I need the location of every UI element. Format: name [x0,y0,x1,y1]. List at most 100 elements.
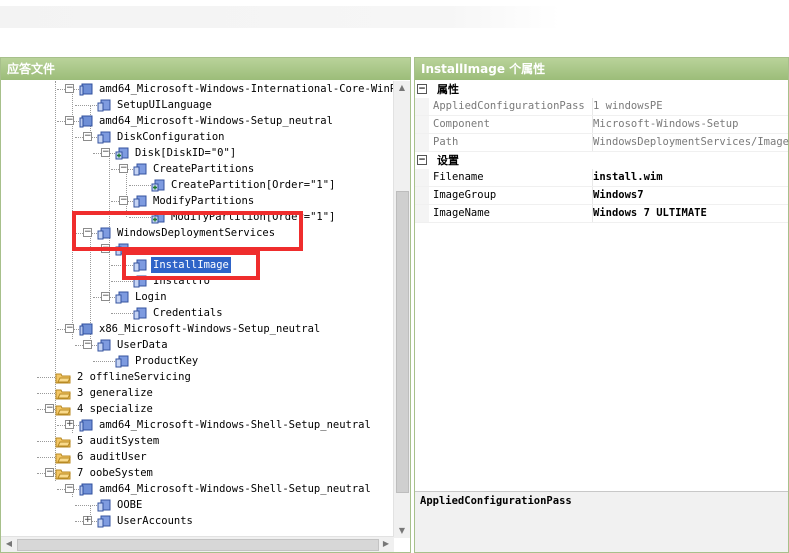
setting-icon [115,290,129,304]
setting-icon [133,194,147,208]
pass-folder-icon [55,386,71,400]
property-key: Filename [433,171,484,183]
collapse-icon[interactable]: − [65,324,74,333]
properties-title: InstallImage 个属性 [415,58,788,80]
tree-node-label: 6 auditUser [77,451,147,463]
collapse-icon[interactable]: − [65,84,74,93]
setting-icon [97,98,111,112]
list-item-icon [151,178,165,192]
component-icon [79,418,93,432]
property-value: Microsoft-Windows-Setup [592,116,789,133]
component-icon [79,114,93,128]
collapse-icon[interactable]: − [83,340,92,349]
answer-file-tree[interactable]: − amd64_Microsoft-Windows-International-C… [1,81,394,539]
property-row[interactable]: Filename install.wim [415,169,788,187]
setting-icon [97,498,111,512]
tree-horizontal-scrollbar[interactable]: ◀ ▶ [1,536,394,552]
toolbar-band [0,6,560,28]
collapse-icon[interactable]: − [83,132,92,141]
pass-folder-icon [55,370,71,384]
expand-icon[interactable]: + [83,516,92,525]
component-icon [79,82,93,96]
tree-node-label: Disk[DiskID="0"] [135,147,237,159]
expand-icon[interactable]: + [65,420,74,429]
scroll-right-icon[interactable]: ▶ [379,537,393,551]
answer-file-pane: 应答文件 − amd64_Microsoft-Windows-Internatio… [0,57,411,553]
horizontal-scroll-thumb[interactable] [17,539,379,551]
setting-icon [97,338,111,352]
setting-icon [133,162,147,176]
property-value-imagename[interactable]: Windows 7 ULTIMATE [592,205,789,222]
property-key: ImageGroup [433,189,497,201]
property-value-filename[interactable]: install.wim [592,169,789,186]
list-item-icon [115,146,129,160]
pass-folder-icon [55,402,71,416]
tree-node-label: amd64_Microsoft-Windows-International-Co… [99,83,394,95]
property-value-imagegroup[interactable]: Windows7 [592,187,789,204]
property-row[interactable]: ImageGroup Windows7 [415,187,788,205]
tree-node-label: amd64_Microsoft-Windows-Shell-Setup_neut… [99,419,371,431]
pass-folder-icon [55,434,71,448]
tree-node-label: Credentials [153,307,223,319]
collapse-icon[interactable]: − [119,164,128,173]
property-key: AppliedConfigurationPass [433,100,585,112]
tree-node-label: 7 oobeSystem [77,467,153,479]
tree-node-label: 2 offlineServicing [77,371,191,383]
property-key: Component [433,118,490,130]
tree-node-label: ModifyPartitions [153,195,255,207]
description-text: AppliedConfigurationPass [420,495,572,507]
tree-node-label: 4 specialize [77,403,153,415]
property-grid: − 属性 AppliedConfigurationPass 1 windowsP… [415,81,789,223]
property-key: Path [433,136,459,148]
answer-file-title: 应答文件 [1,58,410,80]
tree-node-label: amd64_Microsoft-Windows-Shell-Setup_neut… [99,483,371,495]
tree-node-label: DiskConfiguration [117,131,225,143]
description-panel: AppliedConfigurationPass [415,491,788,552]
tree-node-label: x86_Microsoft-Windows-Setup_neutral [99,323,321,335]
properties-pane: InstallImage 个属性 − 属性 AppliedConfigurati… [414,57,789,553]
collapse-icon[interactable]: − [65,484,74,493]
collapse-icon[interactable]: − [65,116,74,125]
tree-node-label: ProductKey [135,355,199,367]
vertical-scroll-thumb[interactable] [396,191,409,493]
collapse-icon[interactable]: − [417,155,427,165]
tree-node-label: OOBE [117,499,143,511]
setting-icon [133,306,147,320]
setting-icon [115,354,129,368]
property-row[interactable]: AppliedConfigurationPass 1 windowsPE [415,98,788,116]
component-icon [79,482,93,496]
setting-icon [97,514,111,528]
property-row[interactable]: ImageName Windows 7 ULTIMATE [415,205,788,223]
collapse-icon[interactable]: − [101,292,110,301]
collapse-icon[interactable]: − [417,84,427,94]
component-icon [79,322,93,336]
tree-node-label: 3 generalize [77,387,153,399]
scroll-up-icon[interactable]: ▲ [395,81,409,95]
setting-icon [97,130,111,144]
property-value: WindowsDeploymentServices/ImageS [592,134,789,151]
tree-node-label: 5 auditSystem [77,435,160,447]
tree-node-label: UserAccounts [117,515,193,527]
tree-vertical-scrollbar[interactable]: ▲ ▼ [393,81,410,538]
scroll-down-icon[interactable]: ▼ [395,524,409,538]
tree-node-label: UserData [117,339,168,351]
collapse-icon[interactable]: − [101,148,110,157]
tree-node-label: Login [135,291,167,303]
pass-folder-icon [55,466,71,480]
property-key: ImageName [433,207,490,219]
property-value: 1 windowsPE [592,98,789,115]
highlight-box-installimage [122,251,260,280]
collapse-icon[interactable]: − [45,468,54,477]
scroll-left-icon[interactable]: ◀ [2,537,16,551]
property-row[interactable]: Path WindowsDeploymentServices/ImageS [415,134,789,152]
highlight-box-wds [72,211,303,251]
tree-node-label: CreatePartition[Order="1"] [171,179,336,191]
collapse-icon[interactable]: − [45,404,54,413]
toolbar [0,0,789,56]
pass-folder-icon [55,450,71,464]
collapse-icon[interactable]: − [119,196,128,205]
tree-node-label: SetupUILanguage [117,99,212,111]
category-properties[interactable]: − 属性 [415,81,788,98]
category-settings[interactable]: − 设置 [415,152,788,169]
property-row[interactable]: Component Microsoft-Windows-Setup [415,116,788,134]
